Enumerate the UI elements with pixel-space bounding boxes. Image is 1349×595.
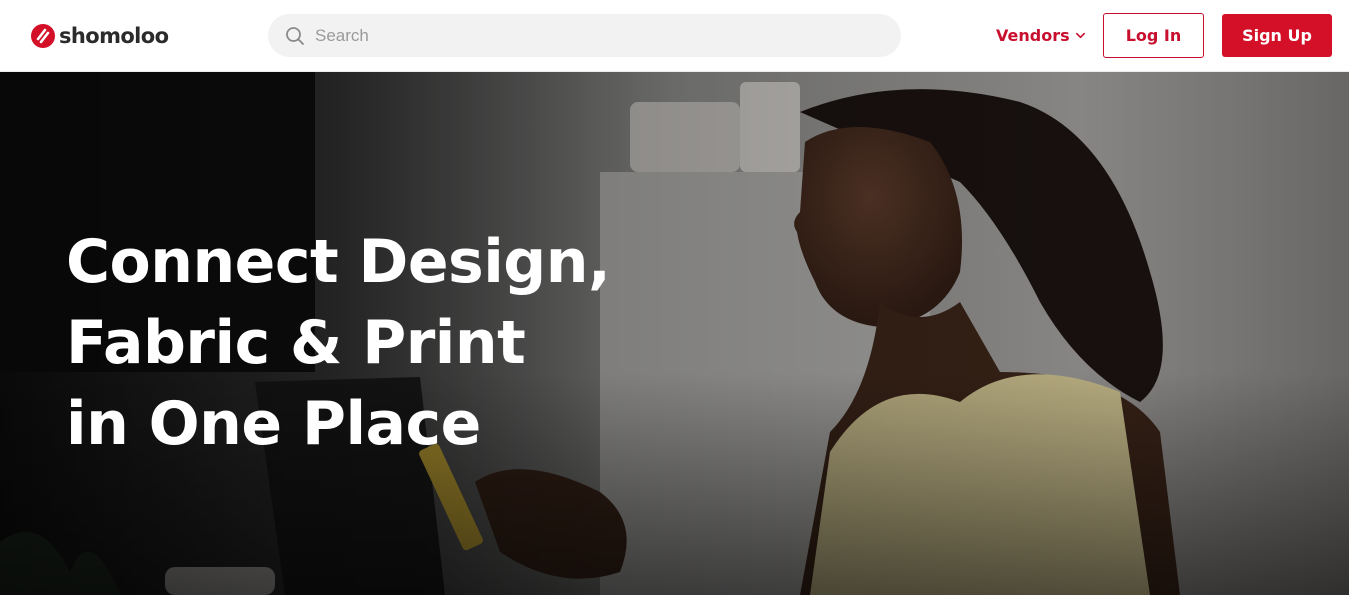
shomoloo-logo[interactable]: shomoloo bbox=[31, 22, 169, 50]
hero-headline-line-3: in One Place bbox=[66, 389, 481, 459]
vendors-dropdown[interactable]: Vendors bbox=[996, 22, 1086, 48]
search-icon bbox=[286, 26, 304, 45]
hero-headline-line-1: Connect Design, bbox=[66, 227, 611, 297]
signup-button[interactable]: Sign Up bbox=[1222, 14, 1332, 57]
search-bar[interactable] bbox=[268, 14, 901, 57]
hero-headline: Connect Design, Fabric & Print in One Pl… bbox=[66, 222, 611, 465]
vendors-label: Vendors bbox=[996, 25, 1070, 45]
login-button[interactable]: Log In bbox=[1103, 13, 1204, 58]
chevron-down-icon bbox=[1075, 32, 1085, 38]
shomoloo-logo-icon bbox=[31, 24, 55, 48]
top-navigation-bar: shomoloo Vendors Log In Sign Up bbox=[0, 0, 1349, 72]
hero-banner: Connect Design, Fabric & Print in One Pl… bbox=[0, 72, 1349, 595]
logo-text: shomoloo bbox=[59, 24, 169, 48]
search-input[interactable] bbox=[315, 14, 875, 57]
hero-headline-line-2: Fabric & Print bbox=[66, 308, 526, 378]
